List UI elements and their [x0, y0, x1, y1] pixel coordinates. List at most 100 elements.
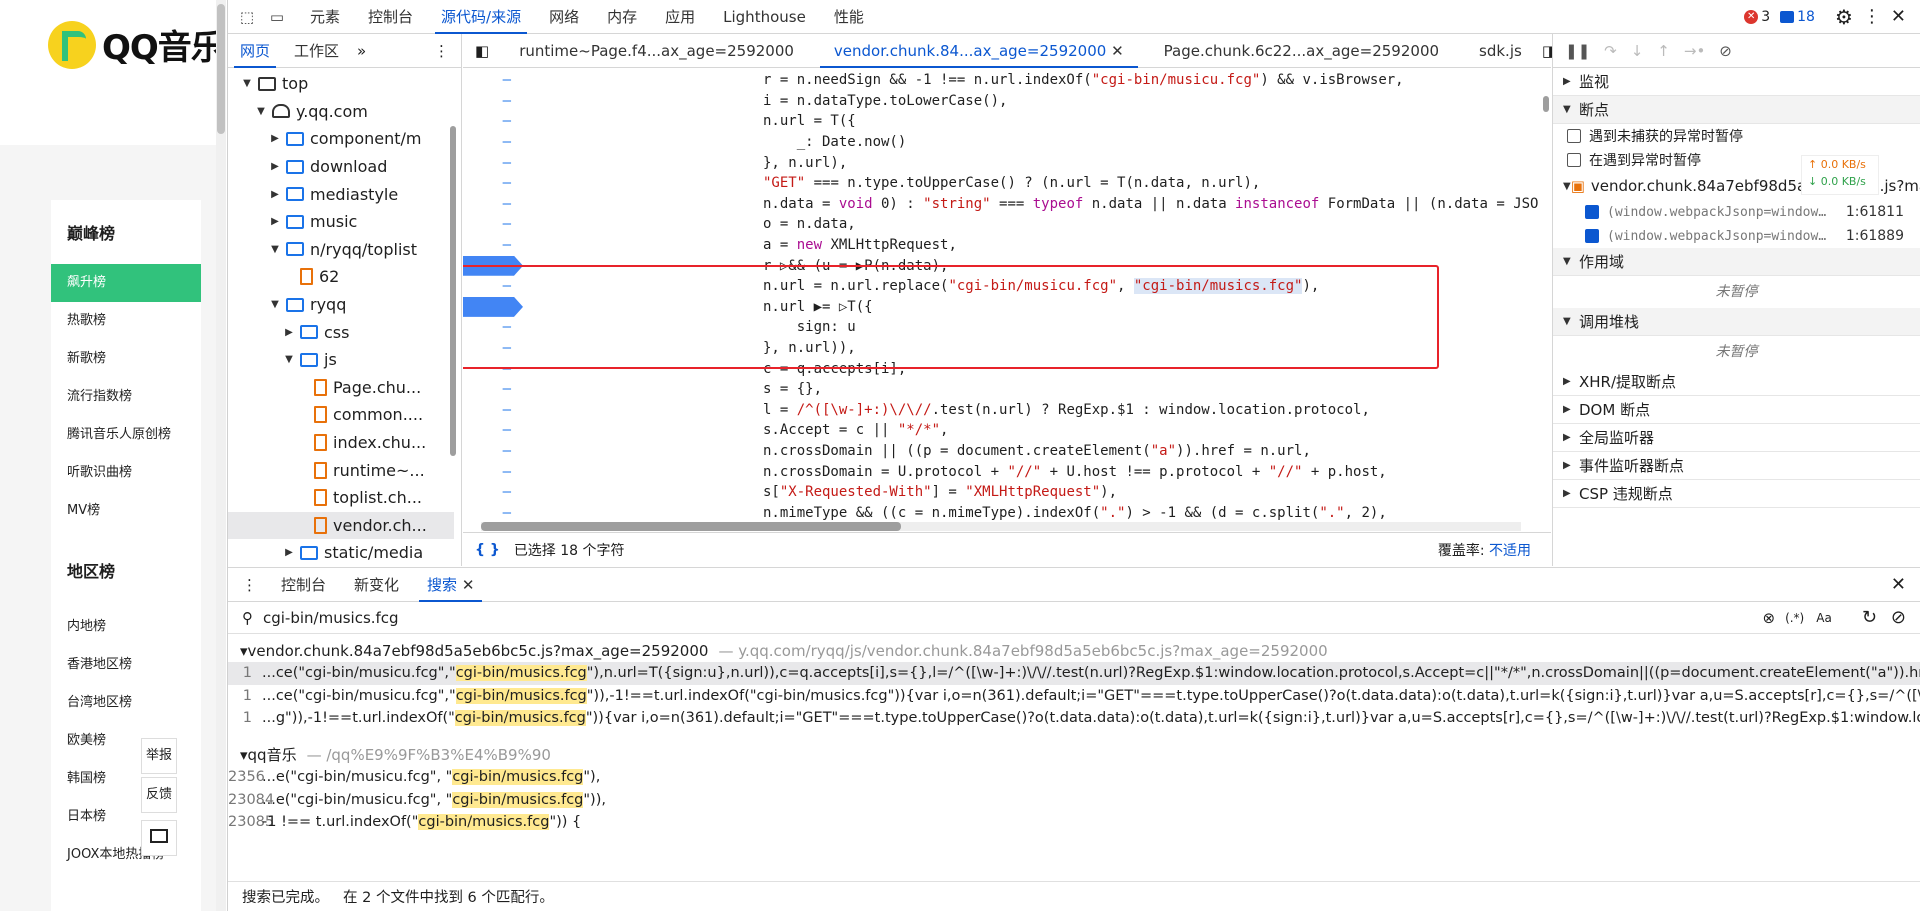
main-tab[interactable]: 内存 [593, 0, 651, 34]
toggle-navigator-icon[interactable]: ◧ [463, 42, 499, 60]
chart-list-item[interactable]: 韩国榜 [51, 760, 201, 798]
tree-node[interactable]: ▼ js [228, 346, 454, 374]
chevron-down-icon[interactable]: ▼ [268, 299, 282, 310]
drawer-tab-search[interactable]: 搜索 ✕ [413, 568, 488, 602]
more-tabs-icon[interactable]: » [357, 42, 366, 60]
editor-tab[interactable]: runtime~Page.f4...ax_age=2592000 [499, 34, 814, 68]
clear-search-icon[interactable]: ⊗ [1762, 609, 1775, 627]
result-line[interactable]: 2356 ...e("cgi-bin/musicu.fcg", " cgi-bin/… [228, 766, 1920, 789]
event-listener-breakpoints-section[interactable]: ▶ 事件监听器断点 [1553, 452, 1920, 480]
code-view[interactable]: – r = n.needSign && -1 !== n.url.indexOf(… [463, 70, 1539, 532]
chart-list-item[interactable]: 欧美榜 [51, 722, 201, 760]
step-out-icon[interactable]: ↑ [1657, 42, 1670, 60]
video-button[interactable] [141, 820, 177, 856]
close-icon[interactable]: ✕ [1891, 6, 1906, 27]
chart-list-item[interactable]: 听歌识曲榜 [51, 454, 201, 492]
pause-uncaught-checkbox[interactable]: 遇到未捕获的异常时暂停 [1553, 124, 1920, 148]
site-scrollbar[interactable] [216, 0, 226, 911]
tree-node[interactable]: toplist.ch... [228, 484, 454, 512]
chevron-right-icon[interactable]: ▶ [268, 161, 282, 172]
tree-node[interactable]: ▶ music [228, 208, 454, 236]
code-horizontal-scrollbar[interactable] [481, 522, 1521, 531]
editor-tab[interactable]: sdk.js [1459, 34, 1542, 68]
main-tab[interactable]: 源代码/来源 [427, 0, 535, 34]
tree-node[interactable]: ▼ top [228, 70, 454, 98]
step-over-icon[interactable]: ↷ [1604, 42, 1617, 60]
chart-list-item[interactable]: 日本榜 [51, 798, 201, 836]
chart-list-item[interactable]: JOOX本地热播榜 [51, 836, 201, 874]
result-line[interactable]: 1 ...ce("cgi-bin/musicu.fcg"," cgi-bin/mus… [228, 685, 1920, 708]
feedback-button[interactable]: 反馈 [141, 777, 177, 813]
regex-toggle[interactable]: (.*) [1785, 611, 1804, 625]
tree-node[interactable]: ▼ y.qq.com [228, 98, 454, 126]
report-button[interactable]: 举报 [141, 738, 177, 774]
gear-icon[interactable]: ⚙ [1835, 5, 1853, 29]
drawer-menu-icon[interactable]: ⋮ [228, 576, 267, 594]
search-input[interactable]: ⚲ cgi-bin/musics.fcg [228, 609, 1762, 627]
chevron-right-icon[interactable]: ▶ [268, 216, 282, 227]
inspect-icon[interactable]: ⬚ [236, 6, 258, 28]
xhr-breakpoints-section[interactable]: ▶ XHR/提取断点 [1553, 368, 1920, 396]
tree-node[interactable]: ▶ component/m [228, 125, 454, 153]
chevron-down-icon[interactable]: ▼ [254, 106, 268, 117]
chevron-right-icon[interactable]: ▶ [282, 327, 296, 338]
chevron-down-icon[interactable]: ▼ [240, 78, 254, 89]
result-line[interactable]: 1 ...g")),-1!==t.url.indexOf(" cgi-bin/mus… [228, 707, 1920, 730]
error-count-badge[interactable]: ✕ 3 [1744, 9, 1770, 25]
global-listeners-section[interactable]: ▶ 全局监听器 [1553, 424, 1920, 452]
tree-node[interactable]: 62 [228, 263, 454, 291]
device-toggle-icon[interactable]: ▭ [266, 6, 288, 28]
main-tab[interactable]: 元素 [296, 0, 354, 34]
tree-node[interactable]: ▶ css [228, 318, 454, 346]
pause-icon[interactable]: ❚❚ [1565, 42, 1590, 60]
close-drawer-icon[interactable]: ✕ [1891, 574, 1906, 595]
tree-node[interactable]: ▶ mediastyle [228, 180, 454, 208]
main-tab[interactable]: 性能 [820, 0, 878, 34]
main-tab[interactable]: 控制台 [354, 0, 427, 34]
tree-node[interactable]: common.... [228, 401, 454, 429]
close-tab-icon[interactable]: ✕ [1111, 42, 1124, 60]
chevron-down-icon[interactable]: ▼ [268, 244, 282, 255]
drawer-tab-console[interactable]: 控制台 [267, 568, 340, 602]
tree-node[interactable]: runtime~... [228, 456, 454, 484]
nav-menu-icon[interactable]: ⋮ [434, 42, 449, 60]
chevron-down-icon[interactable]: ▼ [282, 354, 296, 365]
result-line[interactable]: 23084 ...e("cgi-bin/musicu.fcg", " cgi-bin… [228, 788, 1920, 811]
coverage-status[interactable]: 覆盖率: 不适用 [1438, 540, 1531, 560]
drawer-tab-whats-new[interactable]: 新变化 [340, 568, 413, 602]
chart-list-item[interactable]: MV榜 [51, 492, 201, 530]
step-icon[interactable]: →• [1684, 42, 1705, 60]
main-tab[interactable]: 应用 [651, 0, 709, 34]
tree-node[interactable]: ▶ download [228, 153, 454, 181]
qq-music-logo[interactable]: QQ音乐 [48, 20, 225, 69]
tree-node[interactable]: index.chu... [228, 429, 454, 457]
code-vertical-scrollbar[interactable] [1543, 96, 1549, 112]
tree-scrollbar[interactable] [450, 126, 456, 456]
close-tab-icon[interactable]: ✕ [462, 576, 475, 594]
result-file-header[interactable]: ▾ vendor.chunk.84a7ebf98d5a5eb6bc5c.js?m… [228, 640, 1920, 662]
more-menu-icon[interactable]: ⋮ [1863, 6, 1881, 27]
chevron-right-icon[interactable]: ▶ [268, 133, 282, 144]
tree-node[interactable]: ▶ static/media [228, 539, 454, 567]
result-file-header[interactable]: ▾ qq音乐 — /qq%E9%9F%B3%E4%B9%90 [228, 744, 1920, 766]
editor-tab[interactable]: Page.chunk.6c22...ax_age=2592000 [1144, 34, 1459, 68]
callstack-section[interactable]: ▼ 调用堆栈 [1553, 308, 1920, 336]
match-case-toggle[interactable]: Aa [1816, 611, 1832, 625]
watch-section[interactable]: ▶ 监视 [1553, 68, 1920, 96]
chart-list-item[interactable]: 腾讯音乐人原创榜 [51, 416, 201, 454]
main-tab[interactable]: Lighthouse [709, 0, 820, 34]
chart-list-item[interactable]: 台湾地区榜 [51, 684, 201, 722]
chart-list-item[interactable]: 香港地区榜 [51, 646, 201, 684]
tree-node[interactable]: ▼ ryqq [228, 291, 454, 319]
chart-list-item[interactable]: 内地榜 [51, 608, 201, 646]
main-tab[interactable]: 网络 [535, 0, 593, 34]
tree-node[interactable]: ▼ n/ryqq/toplist [228, 236, 454, 264]
scope-section[interactable]: ▼ 作用域 [1553, 248, 1920, 276]
chevron-right-icon[interactable]: ▶ [282, 547, 296, 558]
result-line[interactable]: 1 ...ce("cgi-bin/musicu.fcg"," cgi-bin/mus… [228, 662, 1920, 685]
chart-list-item[interactable]: 热歌榜 [51, 302, 201, 340]
tab-page[interactable]: 网页 [228, 34, 282, 68]
chevron-down-icon[interactable]: ▾ [240, 642, 248, 660]
pretty-print-icon[interactable]: { } [475, 542, 500, 558]
breakpoint-checkbox[interactable] [1585, 229, 1599, 243]
